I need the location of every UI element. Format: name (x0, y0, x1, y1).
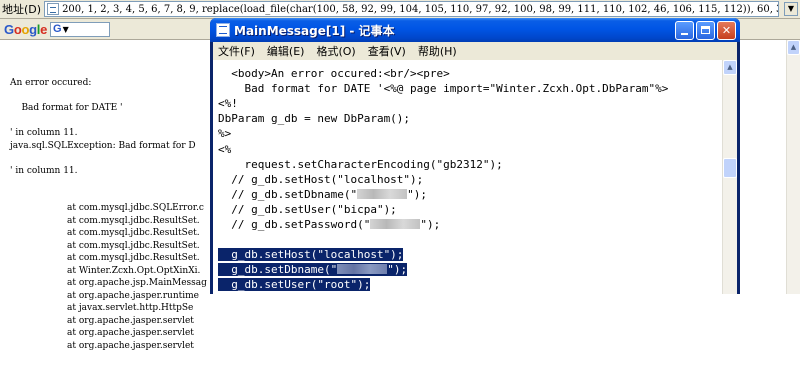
error-page: An error occured: Bad format for DATE ' '… (10, 52, 215, 365)
stack-line: at com.mysql.jdbc.ResultSet. (67, 253, 200, 263)
stack-line: at com.mysql.jdbc.ResultSet. (67, 228, 200, 238)
code-line: request.setCharacterEncoding("gb2312"); (218, 157, 503, 172)
error-line (10, 115, 215, 128)
code-line: %> (218, 126, 231, 141)
dropdown-arrow-icon[interactable]: ▼ (784, 2, 798, 16)
code-text: // g_db.setHost("localhost"); (218, 172, 424, 186)
code-text: // g_db.setPassword(" "); (218, 218, 441, 231)
code-line: g_db.setUser("root"); (218, 277, 371, 292)
notepad-window[interactable]: MainMessage[1] - 记事本 ✕ 文件(F) 编辑(E) 格式(O)… (210, 18, 740, 294)
stack-trace: at com.mysql.jdbc.SQLError.c at com.mysql… (10, 202, 215, 352)
error-line (10, 90, 215, 103)
code-line: g_db.setHost("localhost"); (218, 247, 404, 262)
stack-line: at com.mysql.jdbc.SQLError.c (67, 203, 204, 213)
code-line: DbParam g_db = new DbParam(); (218, 111, 410, 126)
code-text: <%! (218, 97, 238, 111)
window-border-right (737, 42, 740, 294)
code-line: <body>An error occured:<br/><pre> (218, 66, 450, 81)
redacted-value (337, 264, 388, 275)
code-text: <% (218, 142, 232, 156)
error-line: ' in column 11. (10, 128, 78, 138)
selected-text: g_db.setHost("localhost"); (218, 248, 404, 262)
error-line: An error occured: (10, 78, 92, 88)
code-line: <%! (218, 96, 238, 111)
text-editor[interactable]: <body>An error occured:<br/><pre> Bad fo… (213, 60, 722, 294)
menu-format[interactable]: 格式(O) (311, 43, 362, 59)
scroll-thumb[interactable] (723, 158, 737, 178)
stack-line: at org.apache.jasper.servlet (67, 328, 194, 338)
stack-line: at org.apache.jasper.servlet (67, 340, 194, 351)
code-text: // g_db.setDbname(" "); (218, 187, 427, 201)
code-line: // g_db.setDbname(" "); (218, 187, 427, 202)
redacted-value (357, 188, 408, 199)
google-logo[interactable]: Google (0, 22, 50, 37)
error-line: ' in column 11. (10, 165, 78, 176)
notepad-scrollbar[interactable]: ▲ (722, 60, 737, 294)
stack-line: at com.mysql.jdbc.ResultSet. (67, 240, 200, 251)
stack-line: at org.apache.jsp.MainMessag (67, 278, 207, 288)
notepad-icon (216, 23, 230, 37)
menu-file[interactable]: 文件(F) (213, 43, 262, 59)
maximize-button[interactable] (696, 20, 715, 40)
address-bar: 地址(D) 200, 1, 2, 3, 4, 5, 6, 7, 8, 9, re… (0, 0, 800, 19)
google-search-input[interactable]: G ▼ (50, 21, 111, 37)
code-line: // g_db.setUser("bicpa"); (218, 202, 397, 217)
error-text: An error occured: Bad format for DATE ' '… (10, 77, 215, 177)
error-line (10, 152, 215, 165)
code-line: g_db.setDbname(" "); (218, 262, 408, 277)
selected-text: g_db.setUser("root"); (218, 278, 371, 292)
code-line: // g_db.setPassword(" "); (218, 217, 440, 232)
stack-line: at org.apache.jasper.servlet (67, 315, 194, 326)
code-line: // g_db.setHost("localhost"); (218, 172, 423, 187)
page-scrollbar[interactable]: ▲ (786, 40, 800, 294)
close-button[interactable]: ✕ (717, 20, 736, 40)
address-text: 200, 1, 2, 3, 4, 5, 6, 7, 8, 9, replace(… (62, 3, 778, 15)
error-line: java.sql.SQLException: Bad format for D (10, 140, 196, 151)
stack-line: at com.mysql.jdbc.ResultSet. (67, 215, 200, 226)
notepad-titlebar[interactable]: MainMessage[1] - 记事本 ✕ (210, 18, 740, 42)
menu-help[interactable]: 帮助(H) (413, 43, 464, 59)
address-input[interactable]: 200, 1, 2, 3, 4, 5, 6, 7, 8, 9, replace(… (44, 1, 779, 17)
page-icon (47, 3, 60, 15)
error-line: Bad format for DATE ' (10, 103, 123, 113)
code-text: DbParam g_db = new DbParam(); (218, 112, 411, 126)
stack-line: at javax.servlet.http.HttpSe (67, 303, 194, 313)
code-text: request.setCharacterEncoding("gb2312"); (218, 157, 503, 171)
code-text: <body>An error occured:<br/><pre> (218, 67, 450, 80)
code-line: <% (218, 142, 231, 157)
minimize-button[interactable] (675, 20, 694, 40)
address-label: 地址(D) (2, 3, 42, 16)
menu-edit[interactable]: 编辑(E) (262, 43, 312, 59)
code-line: Bad format for DATE '<%@ page import="Wi… (218, 81, 668, 96)
menu-view[interactable]: 查看(V) (363, 43, 413, 59)
scroll-up-icon[interactable]: ▲ (723, 60, 737, 75)
google-g-icon: G (53, 23, 62, 35)
window-title: MainMessage[1] - 记事本 (234, 23, 395, 38)
selected-text: g_db.setDbname(" "); (218, 263, 408, 277)
code-text: %> (218, 127, 232, 141)
menu-bar: 文件(F) 编辑(E) 格式(O) 查看(V) 帮助(H) (213, 42, 737, 60)
chevron-down-icon[interactable]: ▼ (63, 25, 69, 34)
scroll-up-icon[interactable]: ▲ (787, 40, 800, 55)
redacted-value (370, 219, 421, 229)
stack-line: at org.apache.jasper.runtime (67, 290, 199, 301)
stack-line: at Winter.Zcxh.Opt.OptXinXi. (67, 265, 201, 276)
code-text: Bad format for DATE '<%@ page import="Wi… (218, 82, 669, 96)
code-text: // g_db.setUser("bicpa"); (218, 202, 397, 216)
